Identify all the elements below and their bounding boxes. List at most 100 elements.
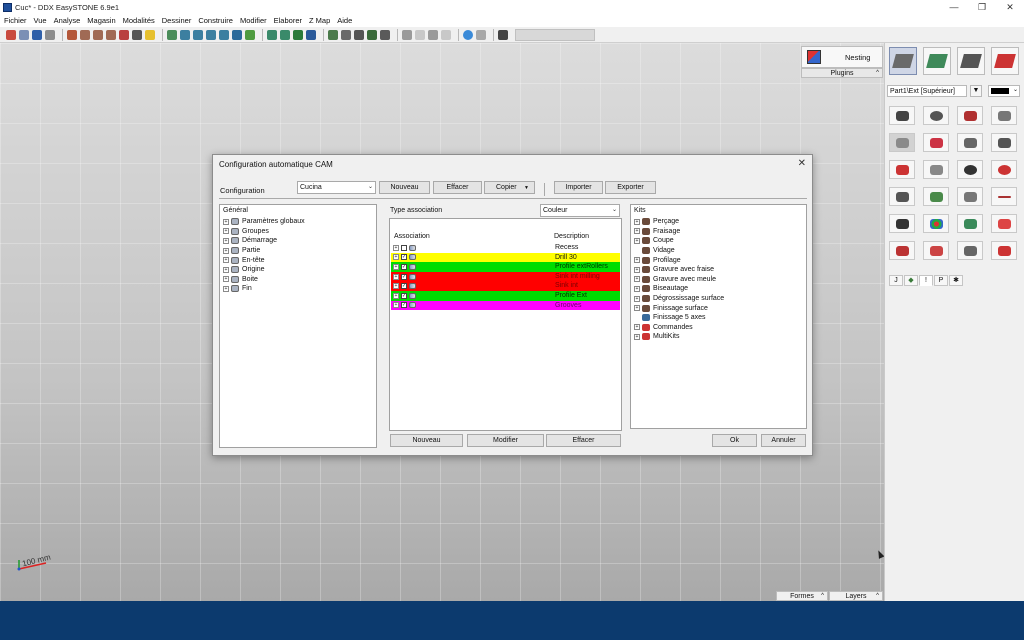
tree-item-boite[interactable]: + Boite <box>223 275 305 285</box>
kit-vidage[interactable]: Vidage <box>634 246 724 256</box>
expand-icon[interactable]: + <box>634 305 640 312</box>
pick-tool-button[interactable] <box>957 133 983 152</box>
cancel-button[interactable]: Annuler <box>761 434 806 447</box>
rotate-tool-button[interactable] <box>923 106 949 125</box>
expand-icon[interactable]: + <box>393 302 399 309</box>
import-button[interactable]: Importer <box>554 181 603 194</box>
configuration-select[interactable]: Cucina ⌄ <box>297 181 376 194</box>
saw-tool-button[interactable] <box>923 160 949 179</box>
view-back-icon[interactable] <box>219 29 229 40</box>
association-row[interactable]: + ✓ Grooves <box>391 300 620 311</box>
kit-multikits[interactable]: + MultiKits <box>634 332 724 342</box>
association-checkbox[interactable]: ✓ <box>401 273 407 280</box>
expand-icon[interactable]: + <box>634 324 640 331</box>
kit-gravure-meule[interactable]: + Gravure avec meule <box>634 275 724 285</box>
menu-magasin[interactable]: Magasin <box>87 16 115 25</box>
profile-tool-button[interactable] <box>957 187 983 206</box>
undo-icon[interactable] <box>402 29 412 40</box>
toolbar-combo[interactable] <box>515 28 595 41</box>
config-delete-button[interactable]: Effacer <box>433 181 482 194</box>
expand-icon[interactable]: + <box>393 263 399 270</box>
kit-finissage-surface[interactable]: + Finissage surface <box>634 303 724 313</box>
surface-tool-button[interactable] <box>991 106 1017 125</box>
association-modify-button[interactable]: Modifier <box>467 434 544 447</box>
expand-icon[interactable]: + <box>634 228 640 235</box>
tree-item-partie[interactable]: + Partie <box>223 246 305 256</box>
zoom-window-icon[interactable] <box>106 29 116 40</box>
association-new-button[interactable]: Nouveau <box>390 434 463 447</box>
color-group-button[interactable] <box>923 214 949 233</box>
view-3d-icon[interactable] <box>245 29 255 40</box>
expand-icon[interactable]: + <box>634 276 640 283</box>
association-delete-button[interactable]: Effacer <box>546 434 621 447</box>
tree-item-en-tete[interactable]: + En-tête <box>223 255 305 265</box>
document-icon[interactable] <box>498 29 508 40</box>
tree-item-demarrage[interactable]: + Démarrage <box>223 236 305 246</box>
cut-tool-button[interactable] <box>889 106 915 125</box>
tab-hook-icon[interactable]: J <box>889 275 903 286</box>
clamp-tool-button[interactable] <box>957 214 983 233</box>
layers-tab[interactable]: Layers ^ <box>829 591 883 601</box>
simulation-icon[interactable] <box>367 29 377 40</box>
menu-modifier[interactable]: Modifier <box>240 16 267 25</box>
redraw-icon[interactable] <box>132 29 142 40</box>
pocket-tool-button[interactable] <box>957 106 983 125</box>
kit-commandes[interactable]: + Commandes <box>634 323 724 333</box>
type-association-select[interactable]: Couleur ⌄ <box>540 204 620 217</box>
association-row[interactable]: + ✓ Profile Ext <box>391 291 620 301</box>
expand-icon[interactable]: + <box>393 244 399 251</box>
groove-tool-button[interactable] <box>923 187 949 206</box>
tree-item-origine[interactable]: + Origine <box>223 265 305 275</box>
part-view-combo[interactable]: Part1\Ext [Supérieur] <box>887 85 967 97</box>
redo-icon[interactable] <box>428 29 438 40</box>
light-icon[interactable] <box>145 29 155 40</box>
shade-icon[interactable] <box>267 29 277 40</box>
association-checkbox[interactable]: ✓ <box>401 292 407 299</box>
tab-leaf-icon[interactable]: ◆ <box>904 275 918 286</box>
line-tool-button[interactable] <box>991 187 1017 206</box>
close-window-button[interactable]: ✕ <box>996 0 1024 14</box>
menu-aide[interactable]: Aide <box>337 16 352 25</box>
expand-icon[interactable]: + <box>223 228 229 235</box>
menu-dessiner[interactable]: Dessiner <box>162 16 192 25</box>
tool-path-icon[interactable] <box>354 29 364 40</box>
zoom-in-icon[interactable] <box>80 29 90 40</box>
tree-item-parametres-globaux[interactable]: + Paramètres globaux <box>223 217 305 227</box>
undo-dropdown-icon[interactable] <box>415 29 425 40</box>
kit-coupe[interactable]: + Coupe <box>634 236 724 246</box>
view-front-icon[interactable] <box>193 29 203 40</box>
view-iso-icon[interactable] <box>167 29 177 40</box>
mail-icon[interactable] <box>476 29 486 40</box>
view-bottom-icon[interactable] <box>232 29 242 40</box>
slab-mode-button[interactable] <box>957 47 985 75</box>
tab-pin-icon[interactable]: ! <box>919 275 933 286</box>
expand-icon[interactable]: + <box>393 283 399 290</box>
association-checkbox[interactable]: ✓ <box>401 263 407 270</box>
expand-icon[interactable]: + <box>634 333 640 340</box>
pan-icon[interactable] <box>119 29 129 40</box>
expand-icon[interactable]: + <box>223 218 229 225</box>
color-picker[interactable]: ⌄ <box>988 85 1020 97</box>
zoom-tool-icon[interactable] <box>67 29 77 40</box>
plugins-dropdown[interactable]: Plugins ^ <box>801 68 883 78</box>
tree-item-fin[interactable]: + Fin <box>223 284 305 294</box>
compass-tool-button[interactable] <box>923 241 949 260</box>
stamp-tool-button[interactable] <box>889 241 915 260</box>
dialog-close-button[interactable]: ✕ <box>798 158 806 169</box>
mill-tool-button[interactable] <box>957 160 983 179</box>
expand-icon[interactable]: + <box>634 218 640 225</box>
view-top-icon[interactable] <box>180 29 190 40</box>
export-button[interactable]: Exporter <box>605 181 656 194</box>
association-row[interactable]: + ✓ Sink int <box>391 281 620 291</box>
menu-construire[interactable]: Construire <box>198 16 233 25</box>
menu-modalites[interactable]: Modalités <box>123 16 155 25</box>
arc-tool-button[interactable] <box>923 133 949 152</box>
expand-icon[interactable]: + <box>223 266 229 273</box>
help-icon[interactable] <box>463 29 473 40</box>
sink-tool-button[interactable] <box>991 214 1017 233</box>
association-row[interactable]: + ✓ Drill 30 <box>391 252 620 263</box>
association-row[interactable]: + ✓ Sink int milling <box>391 271 620 282</box>
new-file-icon[interactable] <box>6 29 16 40</box>
kit-fraisage[interactable]: + Fraisage <box>634 227 724 237</box>
nesting-mode-button[interactable] <box>991 47 1019 75</box>
